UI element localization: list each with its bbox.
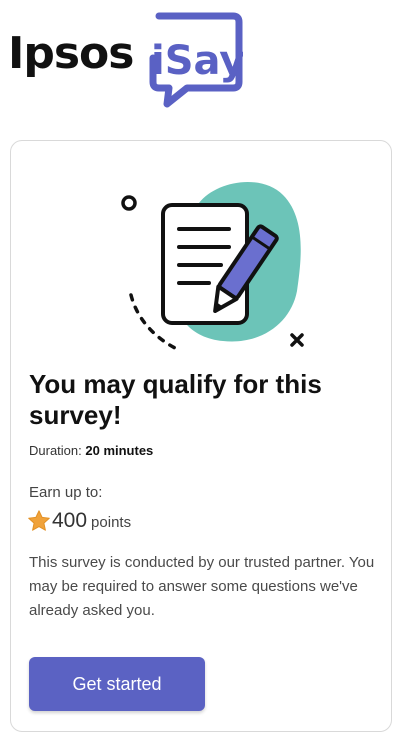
duration-label: Duration: bbox=[29, 443, 82, 458]
points-value: 400 bbox=[52, 509, 88, 532]
survey-card: You may qualify for this survey! Duratio… bbox=[10, 140, 392, 732]
partner-disclaimer: This survey is conducted by our trusted … bbox=[29, 554, 375, 619]
points-unit: points bbox=[91, 514, 132, 531]
duration-line: Duration: 20 minutes bbox=[29, 443, 153, 458]
logo-brand-text: Ipsos bbox=[8, 28, 134, 79]
isay-speech-bubble-logo: iSay bbox=[149, 12, 243, 108]
survey-invite-page: Ipsos iSay You may qualify for this surv… bbox=[0, 0, 400, 740]
earn-label: Earn up to: bbox=[29, 484, 103, 501]
card-title: You may qualify for this survey! bbox=[29, 369, 322, 430]
logo-product-text: iSay bbox=[151, 38, 243, 84]
get-started-button[interactable]: Get started bbox=[29, 657, 205, 711]
survey-document-pencil-icon bbox=[121, 181, 304, 353]
ipsos-isay-logo: Ipsos iSay bbox=[8, 10, 248, 110]
star-icon bbox=[28, 510, 50, 531]
points-reward: 400 points bbox=[27, 507, 131, 535]
duration-value: 20 minutes bbox=[85, 443, 154, 458]
